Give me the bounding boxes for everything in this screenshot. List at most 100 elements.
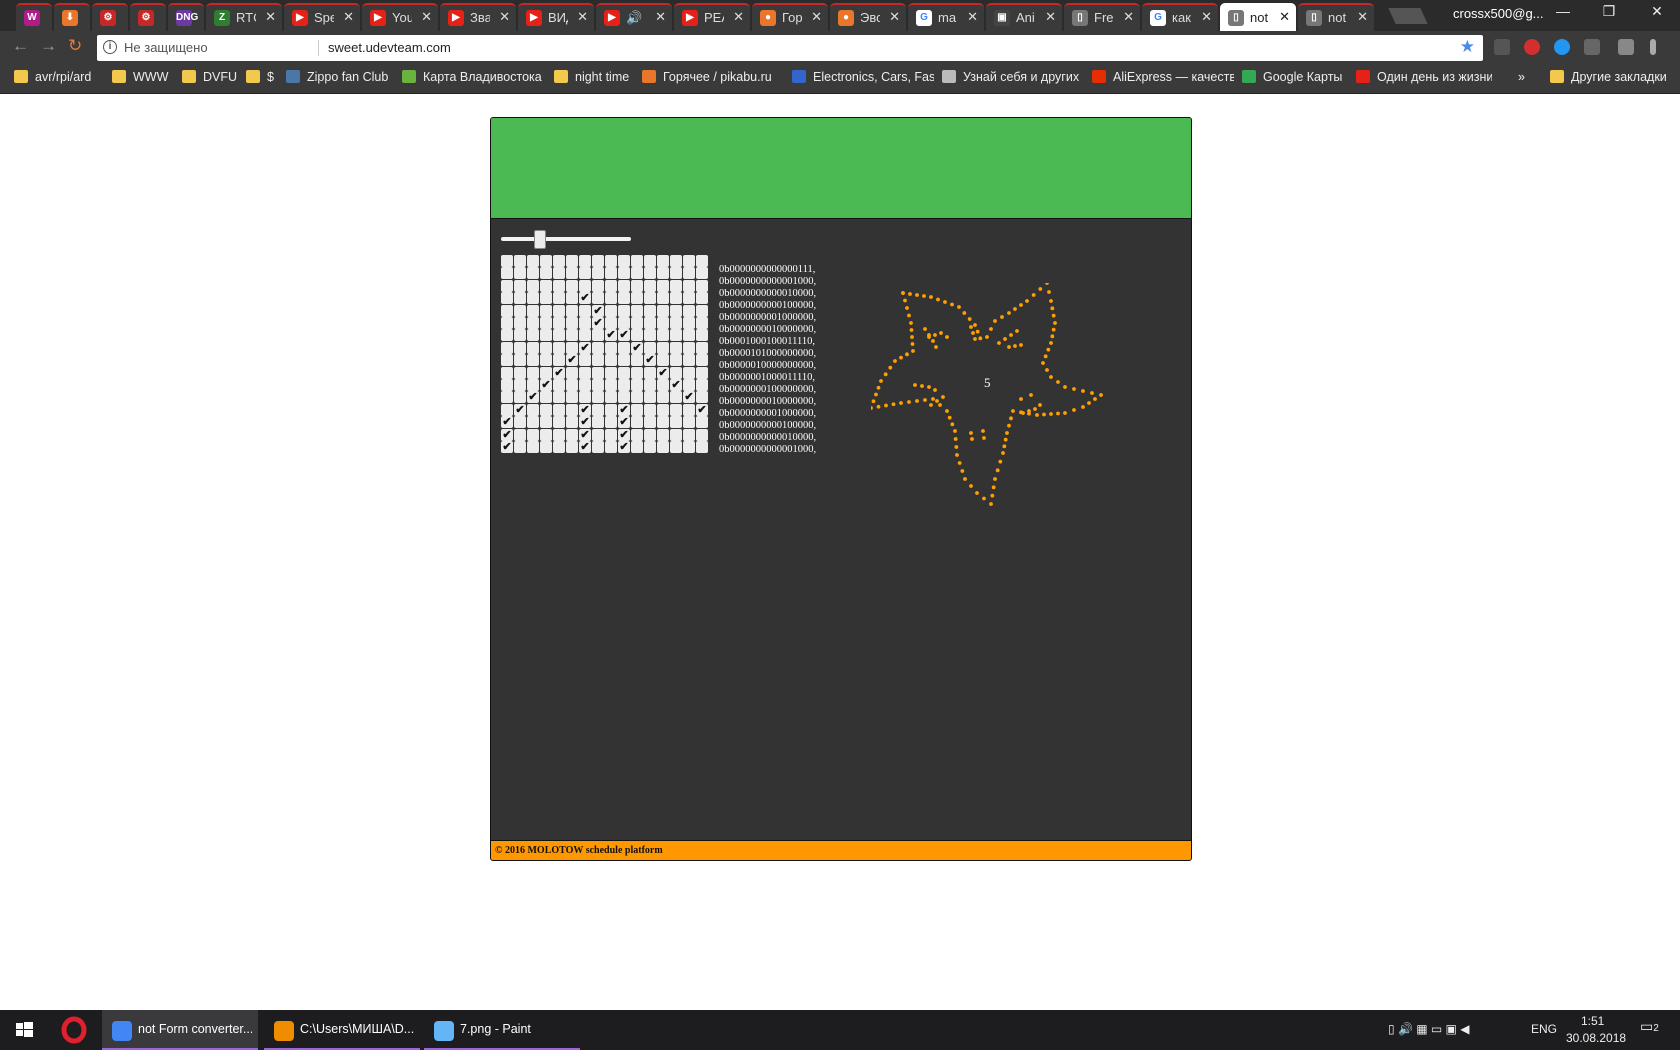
grid-checkbox[interactable] — [696, 255, 708, 267]
grid-checkbox[interactable] — [553, 292, 565, 305]
grid-checkbox[interactable] — [605, 354, 617, 367]
tab-close-icon[interactable]: ✕ — [265, 9, 276, 25]
tab[interactable]: ▯ not ✕ — [1298, 3, 1374, 31]
grid-checkbox[interactable]: ✔ — [592, 304, 604, 317]
grid-checkbox[interactable] — [631, 354, 643, 367]
grid-checkbox[interactable]: ✔ — [579, 341, 591, 354]
grid-checkbox[interactable] — [527, 403, 539, 416]
grid-checkbox[interactable] — [683, 416, 695, 429]
grid-checkbox[interactable] — [566, 416, 578, 429]
grid-checkbox[interactable] — [501, 379, 513, 391]
grid-checkbox[interactable]: ✔ — [683, 391, 695, 404]
grid-checkbox[interactable] — [514, 329, 526, 342]
grid-checkbox[interactable] — [670, 366, 682, 379]
grid-checkbox[interactable] — [618, 255, 630, 267]
grid-checkbox[interactable] — [644, 317, 656, 329]
extension-bolt-icon[interactable] — [1584, 39, 1600, 55]
grid-checkbox[interactable] — [683, 329, 695, 342]
grid-checkbox[interactable]: ✔ — [631, 341, 643, 354]
tab[interactable]: ● Эво ✕ — [830, 3, 906, 31]
grid-checkbox[interactable] — [670, 255, 682, 267]
grid-checkbox[interactable]: ✔ — [501, 441, 513, 453]
grid-checkbox[interactable] — [631, 416, 643, 429]
grid-checkbox[interactable] — [670, 279, 682, 292]
grid-checkbox[interactable] — [501, 329, 513, 342]
grid-checkbox[interactable] — [644, 391, 656, 404]
grid-checkbox[interactable]: ✔ — [618, 403, 630, 416]
grid-checkbox[interactable] — [605, 403, 617, 416]
tab[interactable]: Gma ✕ — [908, 3, 984, 31]
tab[interactable]: ▶ You ✕ — [362, 3, 438, 31]
grid-checkbox[interactable] — [566, 366, 578, 379]
grid-checkbox[interactable] — [553, 403, 565, 416]
grid-checkbox[interactable] — [553, 354, 565, 367]
grid-checkbox[interactable] — [592, 292, 604, 305]
bookmark-item[interactable]: Zippo fan Club — [286, 70, 394, 88]
grid-checkbox[interactable] — [683, 428, 695, 441]
grid-checkbox[interactable] — [592, 391, 604, 404]
grid-checkbox[interactable] — [579, 329, 591, 342]
grid-checkbox[interactable] — [657, 329, 669, 342]
grid-checkbox[interactable] — [527, 292, 539, 305]
grid-checkbox[interactable] — [605, 391, 617, 404]
grid-checkbox[interactable] — [527, 441, 539, 453]
grid-checkbox[interactable] — [670, 292, 682, 305]
bookmark-item[interactable]: night time — [554, 70, 634, 88]
grid-checkbox[interactable] — [566, 267, 578, 280]
grid-checkbox[interactable] — [631, 255, 643, 267]
grid-checkbox[interactable] — [683, 354, 695, 367]
grid-checkbox[interactable] — [696, 428, 708, 441]
grid-checkbox[interactable] — [553, 279, 565, 292]
grid-checkbox[interactable] — [527, 279, 539, 292]
tab[interactable]: W — [16, 3, 52, 31]
grid-checkbox[interactable] — [540, 391, 552, 404]
grid-checkbox[interactable] — [553, 267, 565, 280]
bookmark-item[interactable]: Google Карты — [1242, 70, 1350, 88]
grid-checkbox[interactable] — [670, 317, 682, 329]
grid-checkbox[interactable] — [527, 416, 539, 429]
grid-checkbox[interactable] — [553, 441, 565, 453]
grid-checkbox[interactable] — [540, 255, 552, 267]
grid-checkbox[interactable] — [631, 366, 643, 379]
grid-checkbox[interactable] — [657, 292, 669, 305]
grid-checkbox[interactable] — [696, 441, 708, 453]
grid-checkbox[interactable] — [683, 292, 695, 305]
grid-checkbox[interactable] — [657, 403, 669, 416]
tab-close-icon[interactable]: ✕ — [1201, 9, 1212, 25]
grid-checkbox[interactable] — [670, 428, 682, 441]
grid-checkbox[interactable] — [540, 279, 552, 292]
extension-cast-icon[interactable] — [1618, 39, 1634, 55]
tab-close-icon[interactable]: ✕ — [421, 9, 432, 25]
grid-checkbox[interactable] — [527, 428, 539, 441]
grid-checkbox[interactable] — [670, 304, 682, 317]
grid-checkbox[interactable] — [540, 403, 552, 416]
grid-checkbox[interactable]: ✔ — [579, 292, 591, 305]
grid-checkbox[interactable] — [683, 441, 695, 453]
bookmark-item[interactable]: AliExpress — качеств — [1092, 70, 1234, 88]
bookmark-item[interactable]: Узнай себя и других — [942, 70, 1084, 88]
grid-checkbox[interactable]: ✔ — [527, 391, 539, 404]
grid-checkbox[interactable] — [566, 279, 578, 292]
grid-checkbox[interactable] — [592, 354, 604, 367]
extension-bars-icon[interactable] — [1494, 39, 1510, 55]
grid-checkbox[interactable] — [644, 279, 656, 292]
grid-checkbox[interactable] — [683, 379, 695, 391]
security-label[interactable]: Не защищено — [124, 40, 208, 55]
grid-checkbox[interactable]: ✔ — [618, 329, 630, 342]
tab[interactable]: ⚙ — [92, 3, 128, 31]
grid-checkbox[interactable] — [540, 354, 552, 367]
extension-adblock-icon[interactable] — [1524, 39, 1540, 55]
tab-close-icon[interactable]: ✕ — [577, 9, 588, 25]
grid-checkbox[interactable] — [618, 341, 630, 354]
grid-checkbox[interactable] — [553, 416, 565, 429]
grid-checkbox[interactable] — [540, 416, 552, 429]
grid-checkbox[interactable] — [592, 403, 604, 416]
grid-checkbox[interactable] — [618, 391, 630, 404]
url-text[interactable]: sweet.udevteam.com — [328, 40, 451, 55]
grid-checkbox[interactable] — [592, 267, 604, 280]
grid-checkbox[interactable] — [683, 366, 695, 379]
grid-checkbox[interactable] — [605, 428, 617, 441]
grid-checkbox[interactable] — [553, 428, 565, 441]
grid-checkbox[interactable] — [501, 366, 513, 379]
grid-checkbox[interactable] — [605, 366, 617, 379]
